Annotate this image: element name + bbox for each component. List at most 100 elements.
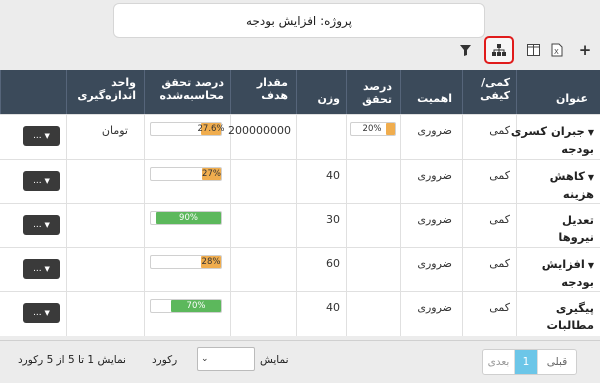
col-header-importance[interactable]: اهمیت	[400, 70, 462, 114]
row-title[interactable]: تعدیل نیروها	[558, 212, 594, 246]
calc-progress: 27%	[150, 167, 222, 181]
caret-down-icon: ▼	[44, 221, 50, 229]
type-value: کمی	[489, 169, 510, 182]
row-title[interactable]: پیگیری مطالبات	[546, 300, 594, 334]
calc-progress-label: 70%	[186, 301, 206, 311]
col-header-type[interactable]: کمی/ کیفی	[462, 70, 516, 114]
cell-divider	[66, 248, 67, 291]
cell-divider	[462, 292, 463, 336]
row-title[interactable]: ▼افزایش بودجه	[542, 256, 594, 291]
filter-icon[interactable]	[454, 37, 476, 63]
page-size-select[interactable]: ⌄	[197, 347, 255, 371]
col-header-target[interactable]: مقدار هدف	[230, 70, 296, 114]
cell-divider	[516, 204, 517, 247]
cell-divider	[66, 292, 67, 336]
row-actions-label: ...	[33, 264, 42, 274]
cell-divider	[516, 248, 517, 291]
cell-divider	[346, 115, 347, 159]
cell-divider	[144, 204, 145, 247]
prev-page-button[interactable]: قبلی	[537, 350, 576, 374]
importance-value: ضروری	[417, 124, 452, 137]
importance-value: ضروری	[417, 213, 452, 226]
records-label: رکورد	[152, 354, 178, 366]
table-row[interactable]: ▼کاهش هزینه کمی ضروری 40 27%... ▼	[0, 159, 600, 203]
calc-progress: 27.6%	[150, 122, 225, 136]
calc-progress: 70%	[150, 299, 222, 313]
unit-value: تومان	[101, 124, 128, 137]
col-title-label: عنوان	[555, 92, 588, 105]
show-label: نمایش	[260, 354, 289, 366]
row-title-line1: افزایش	[541, 257, 585, 271]
cell-divider	[66, 204, 67, 247]
cell-divider	[346, 248, 347, 291]
tree-hierarchy-icon[interactable]	[484, 36, 514, 64]
col-header-calc[interactable]: درصد تحقق محاسبه‌شده	[144, 70, 230, 114]
table-row[interactable]: تعدیل نیروها کمی ضروری 30 90%... ▼	[0, 203, 600, 247]
table-row[interactable]: ▼افزایش بودجه کمی ضروری 60 28%... ▼	[0, 247, 600, 291]
row-title-line2: بودجه	[561, 142, 594, 156]
cell-divider	[346, 204, 347, 247]
importance-value: ضروری	[417, 257, 452, 270]
row-title-line1: پیگیری	[555, 301, 594, 315]
cell-divider	[296, 204, 297, 247]
calc-progress-fill: 27%	[202, 168, 221, 180]
weight-value: 60	[326, 257, 340, 270]
row-title[interactable]: ▼جبران کسری بودجه	[511, 123, 594, 158]
col-header-title[interactable]: عنوان	[516, 70, 600, 114]
cell-divider	[400, 204, 401, 247]
next-page-button[interactable]: بعدی	[483, 350, 515, 374]
row-actions-label: ...	[33, 131, 42, 141]
excel-export-icon[interactable]: X	[546, 37, 568, 63]
row-title-line1: کاهش	[549, 169, 585, 183]
caret-down-icon[interactable]: ▼	[588, 173, 594, 182]
weight-value: 40	[326, 169, 340, 182]
cell-divider	[400, 248, 401, 291]
type-value: کمی	[489, 124, 510, 137]
pagination: قبلی 1 بعدی	[482, 349, 577, 375]
plus-icon[interactable]: +	[576, 37, 594, 63]
col-header-unit[interactable]: واحد اندازه‌گیری	[66, 70, 144, 114]
caret-down-icon[interactable]: ▼	[588, 261, 594, 270]
caret-down-icon[interactable]: ▼	[588, 128, 594, 137]
calc-progress-label: 90%	[179, 213, 198, 223]
cell-divider	[296, 248, 297, 291]
type-value: کمی	[489, 257, 510, 270]
cell-divider	[66, 160, 67, 203]
row-actions-label: ...	[33, 176, 42, 186]
svg-text:X: X	[554, 48, 559, 56]
row-actions-label: ...	[33, 308, 42, 318]
columns-icon[interactable]	[522, 37, 544, 63]
cell-divider	[516, 292, 517, 336]
importance-value: ضروری	[417, 301, 452, 314]
weight-value: 40	[326, 301, 340, 314]
table-row[interactable]: ▼جبران کسری بودجه کمی ضروری 20% 200000000 27.6…	[0, 114, 600, 159]
current-page-button[interactable]: 1	[515, 350, 537, 374]
cell-divider	[346, 292, 347, 336]
cell-divider	[144, 160, 145, 203]
calc-progress-label: 27%	[202, 169, 221, 179]
row-actions-button[interactable]: ... ▼	[23, 259, 60, 279]
col-achieve-label: درصد تحقق	[362, 80, 392, 106]
cell-divider	[230, 292, 231, 336]
table-row[interactable]: پیگیری مطالبات کمی ضروری 40 70%... ▼	[0, 291, 600, 336]
achieve-progress-label: 20%	[362, 124, 382, 134]
records-summary: نمایش 1 تا 5 از 5 رکورد	[18, 354, 126, 366]
calc-progress: 90%	[150, 211, 222, 225]
cell-divider	[400, 160, 401, 203]
importance-value: ضروری	[417, 169, 452, 182]
calc-progress-fill: 28%	[201, 256, 221, 268]
row-actions-label: ...	[33, 220, 42, 230]
col-header-weight[interactable]: وزن	[296, 70, 346, 114]
col-importance-label: اهمیت	[417, 92, 452, 105]
col-header-achieve[interactable]: درصد تحقق	[346, 70, 400, 114]
row-actions-button[interactable]: ... ▼	[23, 126, 60, 146]
col-target-label: مقدار هدف	[256, 76, 288, 102]
row-title-line2: مطالبات	[546, 318, 594, 332]
caret-down-icon: ▼	[44, 132, 50, 140]
row-title[interactable]: ▼کاهش هزینه	[550, 168, 594, 203]
cell-divider	[296, 160, 297, 203]
row-actions-button[interactable]: ... ▼	[23, 171, 60, 191]
row-actions-button[interactable]: ... ▼	[23, 303, 60, 323]
row-title-line2: نیروها	[558, 230, 594, 244]
row-actions-button[interactable]: ... ▼	[23, 215, 60, 235]
